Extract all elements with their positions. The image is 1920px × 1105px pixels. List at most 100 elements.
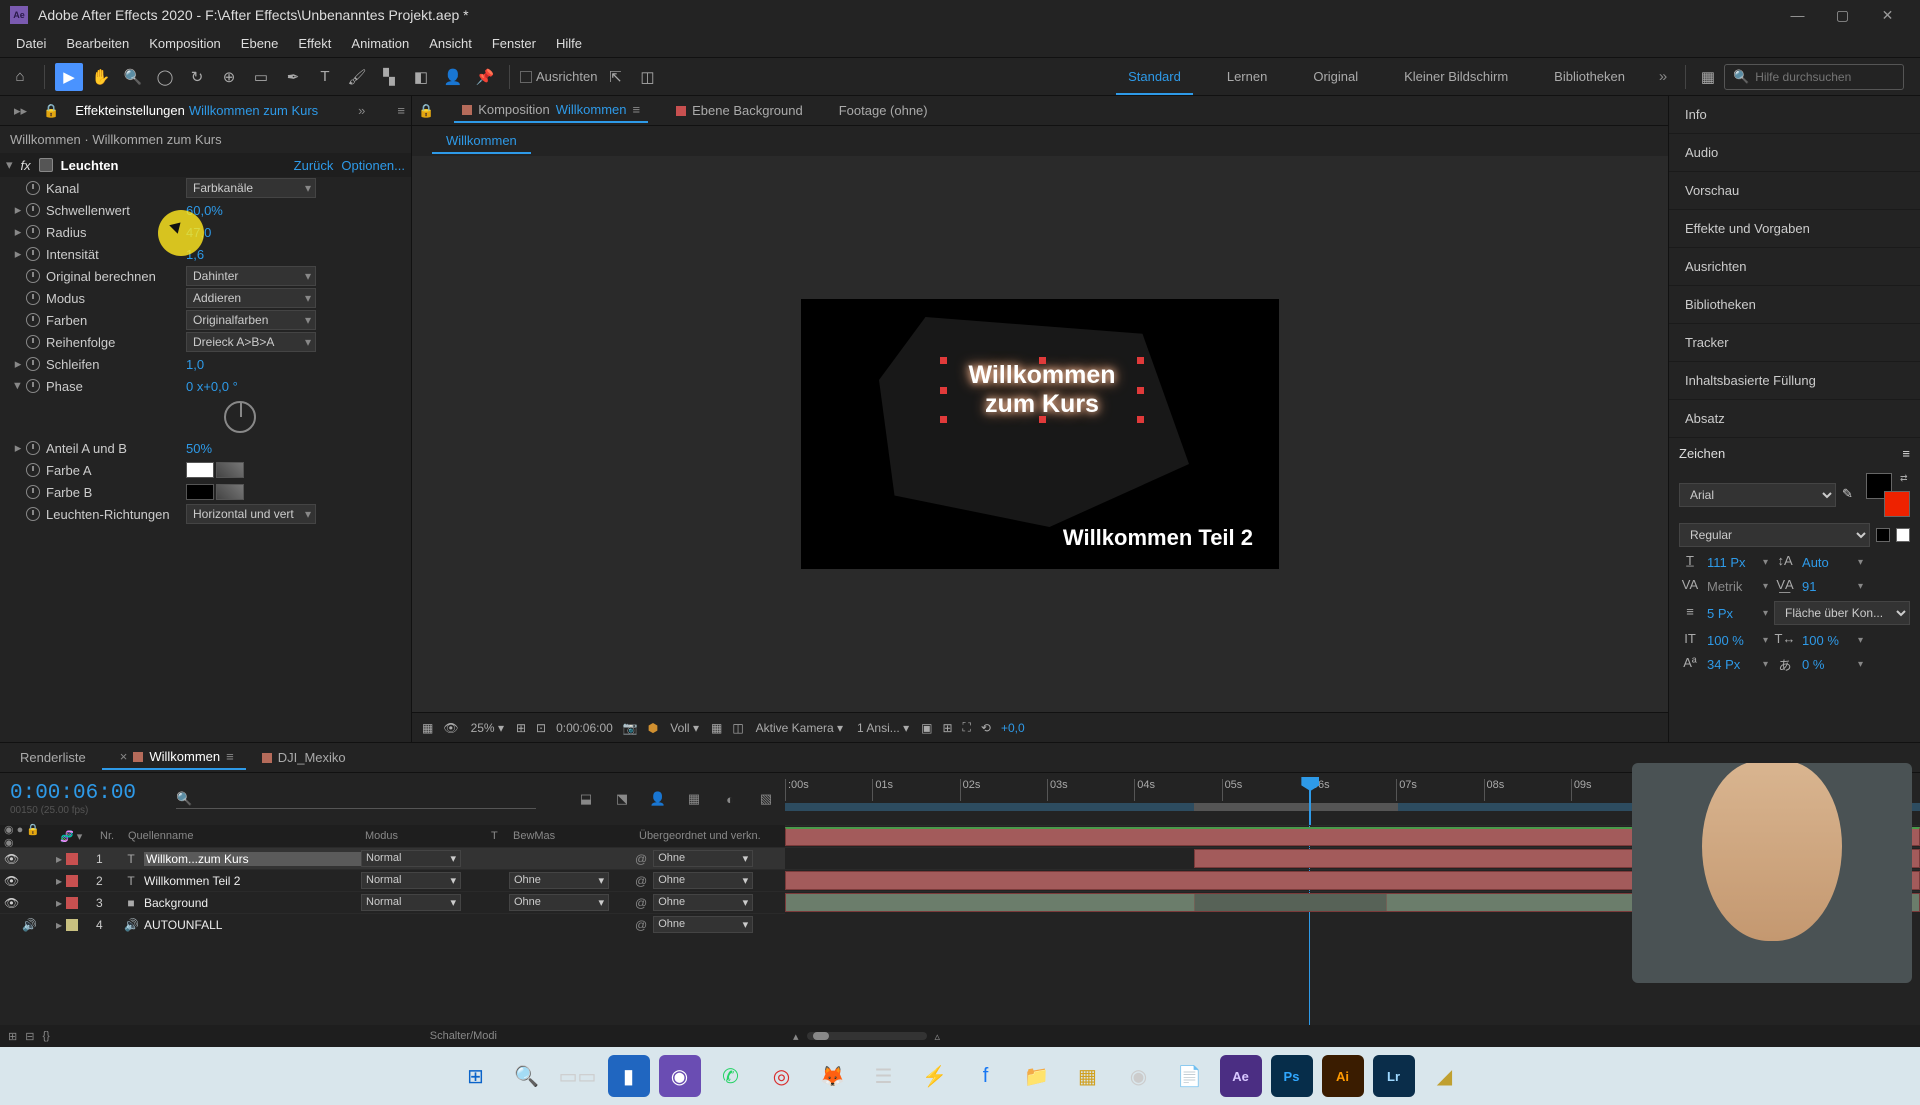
color-swatch[interactable]	[186, 484, 214, 500]
panel-info[interactable]: Info	[1669, 96, 1920, 134]
workspace-lernen[interactable]: Lernen	[1205, 59, 1289, 94]
text-tool-icon[interactable]: T	[311, 63, 339, 91]
color-swatch[interactable]	[186, 462, 214, 478]
snapshot-icon[interactable]: 📷	[623, 721, 638, 735]
effect-visibility-icon[interactable]	[39, 158, 53, 172]
eyedropper-icon[interactable]	[216, 462, 244, 478]
alpha-icon[interactable]: ▦	[422, 721, 433, 735]
work-area-handle[interactable]	[1194, 803, 1398, 811]
timeline-tab-active[interactable]: × Willkommen ≡	[102, 745, 246, 770]
parent-select[interactable]: Ohne▾	[653, 894, 753, 911]
tsume-value[interactable]: 0 %	[1802, 657, 1852, 672]
time-navigator[interactable]: ▴ ▵	[785, 1025, 1920, 1047]
prop-value[interactable]: 1,6	[186, 247, 204, 262]
view-opt2-icon[interactable]: ⊞	[942, 721, 952, 735]
timeline-tab-renderliste[interactable]: Renderliste	[8, 746, 98, 769]
blend-mode-select[interactable]: Normal▾	[361, 894, 461, 911]
panel-menu-icon[interactable]: ≡	[397, 103, 405, 118]
zoom-select[interactable]: 25% ▾	[469, 719, 506, 737]
zoom-in-icon[interactable]: ▵	[935, 1030, 941, 1043]
audio-icon[interactable]: 🔊	[22, 918, 37, 932]
tab-close-icon[interactable]: ×	[120, 749, 128, 764]
panel-menu-icon[interactable]: ≡	[633, 102, 641, 117]
menu-hilfe[interactable]: Hilfe	[546, 32, 592, 55]
menu-animation[interactable]: Animation	[341, 32, 419, 55]
effect-header[interactable]: ▾ fx Leuchten Zurück Optionen...	[0, 153, 411, 177]
taskbar-aftereffects-icon[interactable]: Ae	[1220, 1055, 1262, 1097]
selection-handle[interactable]	[1137, 387, 1144, 394]
view-opt-icon[interactable]: ▣	[921, 721, 932, 735]
baseline-value[interactable]: 34 Px	[1707, 657, 1757, 672]
taskbar-obs-icon[interactable]: ◉	[1118, 1055, 1160, 1097]
stopwatch-icon[interactable]	[26, 507, 40, 521]
visibility-icon[interactable]: 👁	[4, 874, 19, 888]
stopwatch-icon[interactable]	[26, 335, 40, 349]
track-matte-select[interactable]: Ohne▾	[509, 894, 609, 911]
taskbar-app[interactable]: ◎	[761, 1055, 803, 1097]
twirl-icon[interactable]: ▸	[10, 440, 26, 456]
prop-value-dropdown[interactable]: Originalfarben	[186, 310, 316, 330]
twirl-icon[interactable]: ▸	[10, 356, 26, 372]
color-mgmt-icon[interactable]: ⬢	[648, 721, 658, 735]
snap-opt1-icon[interactable]: ⇱	[601, 63, 629, 91]
taskbar-illustrator-icon[interactable]: Ai	[1322, 1055, 1364, 1097]
tracking-value[interactable]: 91	[1802, 579, 1852, 594]
puppet-tool-icon[interactable]: 📌	[471, 63, 499, 91]
shy-icon[interactable]: 👤	[649, 791, 667, 807]
orbit-tool-icon[interactable]: ◯	[151, 63, 179, 91]
effect-reset[interactable]: Zurück	[294, 158, 334, 173]
parent-select[interactable]: Ohne▾	[653, 916, 753, 933]
prop-value-dropdown[interactable]: Addieren	[186, 288, 316, 308]
brush-tool-icon[interactable]: 🖌	[343, 63, 371, 91]
text-layer-1[interactable]: Willkommenzum Kurs	[946, 361, 1138, 419]
effect-options[interactable]: Optionen...	[341, 158, 405, 173]
close-button[interactable]: ✕	[1865, 0, 1910, 30]
default-white-swatch[interactable]	[1896, 528, 1910, 542]
font-style-select[interactable]: Regular	[1679, 523, 1870, 547]
parent-select[interactable]: Ohne▾	[653, 872, 753, 889]
hscale-value[interactable]: 100 %	[1802, 633, 1852, 648]
label-color[interactable]	[66, 853, 78, 865]
font-family-select[interactable]: Arial	[1679, 483, 1836, 507]
stroke-width-value[interactable]: 5 Px	[1707, 606, 1757, 621]
menu-bearbeiten[interactable]: Bearbeiten	[56, 32, 139, 55]
taskbar-app[interactable]: ▦	[1067, 1055, 1109, 1097]
col-nr[interactable]: Nr.	[96, 830, 124, 842]
time-zoom-slider[interactable]	[813, 1032, 829, 1040]
col-mode[interactable]: Modus	[361, 830, 487, 842]
selection-handle[interactable]	[940, 387, 947, 394]
layer-row[interactable]: 👁 ▸ 1 TWillkom...zum Kurs Normal▾ @Ohne▾	[0, 847, 785, 869]
label-color[interactable]	[66, 897, 78, 909]
menu-datei[interactable]: Datei	[6, 32, 56, 55]
workspace-kleiner[interactable]: Kleiner Bildschirm	[1382, 59, 1530, 94]
stopwatch-icon[interactable]	[26, 463, 40, 477]
timeline-search[interactable]: 🔍	[176, 789, 536, 809]
graph-editor-icon[interactable]: ▧	[757, 791, 775, 807]
panel-audio[interactable]: Audio	[1669, 134, 1920, 172]
twirl-icon[interactable]: ▸	[56, 874, 62, 888]
help-search[interactable]: 🔍	[1724, 64, 1904, 90]
toggle-switches-icon[interactable]: ⊞	[8, 1030, 17, 1043]
taskbar-app[interactable]: ◢	[1424, 1055, 1466, 1097]
fx-icon[interactable]: fx	[21, 158, 31, 173]
views-select[interactable]: 1 Ansi... ▾	[855, 719, 911, 737]
workspace-standard[interactable]: Standard	[1106, 59, 1203, 94]
panel-overflow-icon[interactable]: »	[358, 103, 365, 118]
pen-tool-icon[interactable]: ✒	[279, 63, 307, 91]
track-matte-select[interactable]: Ohne▾	[509, 872, 609, 889]
prop-value[interactable]: 60,0%	[186, 203, 223, 218]
lock-icon[interactable]: 🔒	[418, 103, 434, 119]
panel-tracker[interactable]: Tracker	[1669, 324, 1920, 362]
panel-vorschau[interactable]: Vorschau	[1669, 172, 1920, 210]
workspace-bibliotheken[interactable]: Bibliotheken	[1532, 59, 1647, 94]
twirl-icon[interactable]: ▾	[6, 157, 13, 173]
twirl-icon[interactable]: ▸	[10, 246, 26, 262]
toggle-in-out-icon[interactable]: {}	[42, 1030, 49, 1042]
pickwhip-icon[interactable]: @	[635, 874, 647, 888]
selection-handle[interactable]	[1137, 416, 1144, 423]
label-color[interactable]	[66, 875, 78, 887]
stopwatch-icon[interactable]	[26, 313, 40, 327]
project-tab-icon[interactable]: ▸▸	[6, 99, 35, 123]
renderer-icon[interactable]: ⟲	[981, 721, 991, 735]
panel-bibliotheken[interactable]: Bibliotheken	[1669, 286, 1920, 324]
